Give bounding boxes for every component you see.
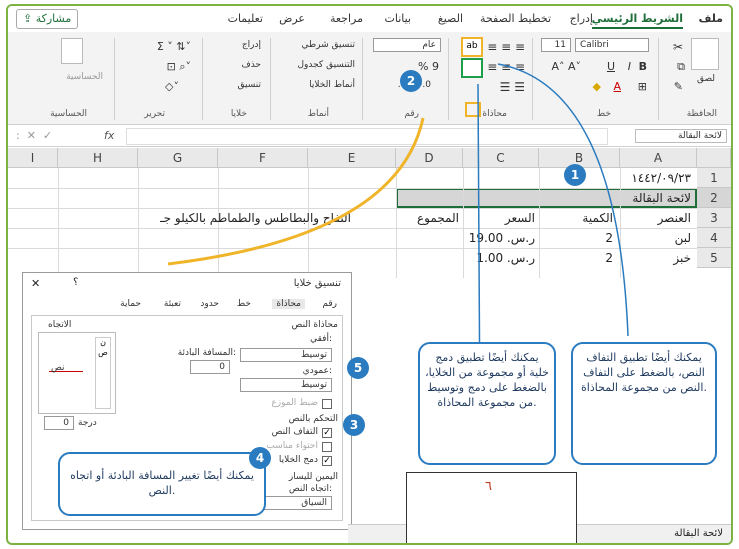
step-badge-4: 4 xyxy=(249,447,271,469)
vertical-select[interactable]: توسيط xyxy=(240,378,332,392)
text-control-heading: التحكم بالنص xyxy=(288,414,338,424)
step-badge-1: 1 xyxy=(564,164,586,186)
shrink-to-fit-label: احتواء مناسب xyxy=(266,441,318,451)
orientation-text: نص xyxy=(51,363,65,373)
tab-number[interactable]: رقم xyxy=(322,299,337,309)
shrink-to-fit-checkbox[interactable] xyxy=(322,442,332,452)
page-number-box: ٦ xyxy=(406,472,577,543)
tab-border[interactable]: حدود xyxy=(200,299,219,309)
merge-cells-label: دمج الخلايا xyxy=(278,455,318,465)
callout-wrap-text: يمكنك أيضًا تطبيق التفاف النص، بالضغط عل… xyxy=(571,342,717,465)
page-number: ٦ xyxy=(485,479,492,494)
sheet-tab[interactable]: لائحة البقالة xyxy=(674,528,723,539)
text-direction-label: اتجاه النص: xyxy=(288,484,332,494)
vertical-text-icon[interactable]: نص xyxy=(95,337,111,409)
degrees-label: درجة xyxy=(78,418,97,428)
close-icon[interactable]: ✕ xyxy=(31,277,40,290)
horizontal-select[interactable]: توسيط xyxy=(240,348,332,362)
justify-distributed-label: ضبط الموزع xyxy=(271,398,318,408)
text-direction-select[interactable]: السياق xyxy=(262,496,332,510)
tab-protection[interactable]: حماية xyxy=(120,299,141,309)
indent-spinner[interactable]: 0 xyxy=(190,360,230,374)
connector-merge-center xyxy=(497,63,629,337)
step-badge-3: 3 xyxy=(343,414,365,436)
step-badge-5: 5 xyxy=(347,357,369,379)
tab-fill[interactable]: تعبئة xyxy=(164,299,181,309)
merge-cells-checkbox[interactable]: ✓ xyxy=(322,456,332,466)
help-icon[interactable]: ؟ xyxy=(73,277,78,288)
screenshot-frame: ملف الشريط الرئيسي إدراج تخطيط الصفحة ال… xyxy=(6,4,733,545)
callout-indent: يمكنك أيضًا تغيير المسافة البادئة أو اتج… xyxy=(58,452,266,516)
orientation-heading: الاتجاه xyxy=(48,320,72,330)
tab-alignment[interactable]: محاذاة xyxy=(272,299,305,309)
callout-merge-cells: يمكنك أيضًا تطبيق دمج خلية أو مجموعة من … xyxy=(418,342,556,465)
degrees-spinner[interactable]: 0 xyxy=(44,416,74,430)
dialog-title: تنسيق خلايا xyxy=(293,278,341,289)
text-alignment-heading: محاذاة النص xyxy=(291,320,338,330)
wrap-text-checkbox[interactable]: ✓ xyxy=(322,428,332,438)
tab-font[interactable]: خط xyxy=(237,299,251,309)
connector-dialog-launcher xyxy=(167,117,425,266)
justify-distributed-checkbox[interactable] xyxy=(322,399,332,409)
orientation-box[interactable]: نص نص xyxy=(38,332,116,414)
indent-label: المسافة البادئة: xyxy=(177,348,236,358)
horizontal-label: أفقي: xyxy=(310,334,332,344)
wrap-text-label: التفاف النص xyxy=(271,427,318,437)
step-badge-2: 2 xyxy=(400,70,422,92)
vertical-label: عمودي: xyxy=(302,366,332,376)
rtl-heading: اليمين لليسار xyxy=(288,472,338,482)
